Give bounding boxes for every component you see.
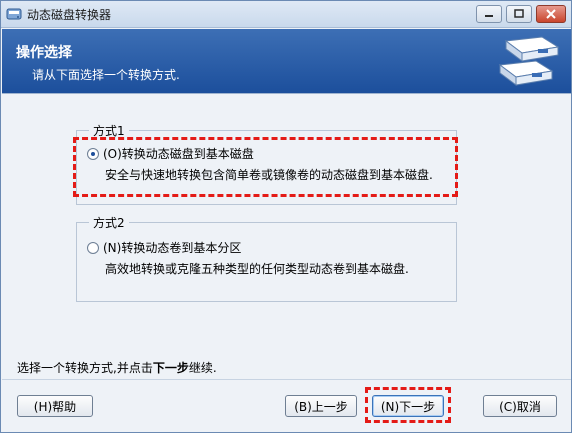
help-button[interactable]: (H)帮助 <box>17 395 93 417</box>
instruction-text: 选择一个转换方式,并点击下一步继续. <box>17 359 217 376</box>
option-group-1: 方式1 (O)转换动态磁盘到基本磁盘 安全与快速地转换包含简单卷或镜像卷的动态磁… <box>76 122 457 205</box>
disks-icon <box>498 36 560 86</box>
option-1-radio[interactable] <box>87 147 99 160</box>
maximize-icon <box>514 9 524 18</box>
minimize-button[interactable] <box>476 5 502 23</box>
instruction-suffix: 继续. <box>188 361 217 375</box>
instruction-emphasis: 下一步 <box>152 361 189 375</box>
maximize-button[interactable] <box>506 5 532 23</box>
option-2-label[interactable]: (N)转换动态卷到基本分区 <box>103 239 241 256</box>
header-band: 操作选择 请从下面选择一个转换方式. <box>2 29 571 93</box>
close-button[interactable] <box>536 5 566 23</box>
title-bar[interactable]: 动态磁盘转换器 <box>1 1 571 28</box>
instruction-prefix: 选择一个转换方式,并点击 <box>17 361 153 375</box>
group-label-1: 方式1 <box>89 122 129 139</box>
window-title: 动态磁盘转换器 <box>27 8 112 22</box>
app-disk-icon <box>6 8 22 20</box>
option-2-radio[interactable] <box>87 241 99 254</box>
dialog-window: 动态磁盘转换器 操作选择 请从下面选择一个转换方式. 方式1 (O)转换动态磁盘… <box>0 0 572 433</box>
option-1-description: 安全与快速地转换包含简单卷或镜像卷的动态磁盘到基本磁盘. <box>105 168 433 182</box>
page-subtitle: 请从下面选择一个转换方式. <box>32 68 180 82</box>
minimize-icon <box>485 15 493 17</box>
next-button[interactable]: (N)下一步 <box>372 395 444 417</box>
cancel-button[interactable]: (C)取消 <box>483 395 557 417</box>
option-group-2: 方式2 (N)转换动态卷到基本分区 高效地转换或克隆五种类型的任何类型动态卷到基… <box>76 214 457 302</box>
option-2-description: 高效地转换或克隆五种类型的任何类型动态卷到基本磁盘. <box>105 262 409 276</box>
option-1-radio-row[interactable]: (O)转换动态磁盘到基本磁盘 <box>87 145 254 162</box>
option-2-radio-row[interactable]: (N)转换动态卷到基本分区 <box>87 239 241 256</box>
page-title: 操作选择 <box>16 45 72 61</box>
footer-divider <box>2 379 571 380</box>
close-icon <box>546 9 556 19</box>
group-label-2: 方式2 <box>89 214 129 231</box>
option-1-label[interactable]: (O)转换动态磁盘到基本磁盘 <box>103 145 254 162</box>
back-button[interactable]: (B)上一步 <box>285 395 357 417</box>
header-divider <box>2 93 571 94</box>
